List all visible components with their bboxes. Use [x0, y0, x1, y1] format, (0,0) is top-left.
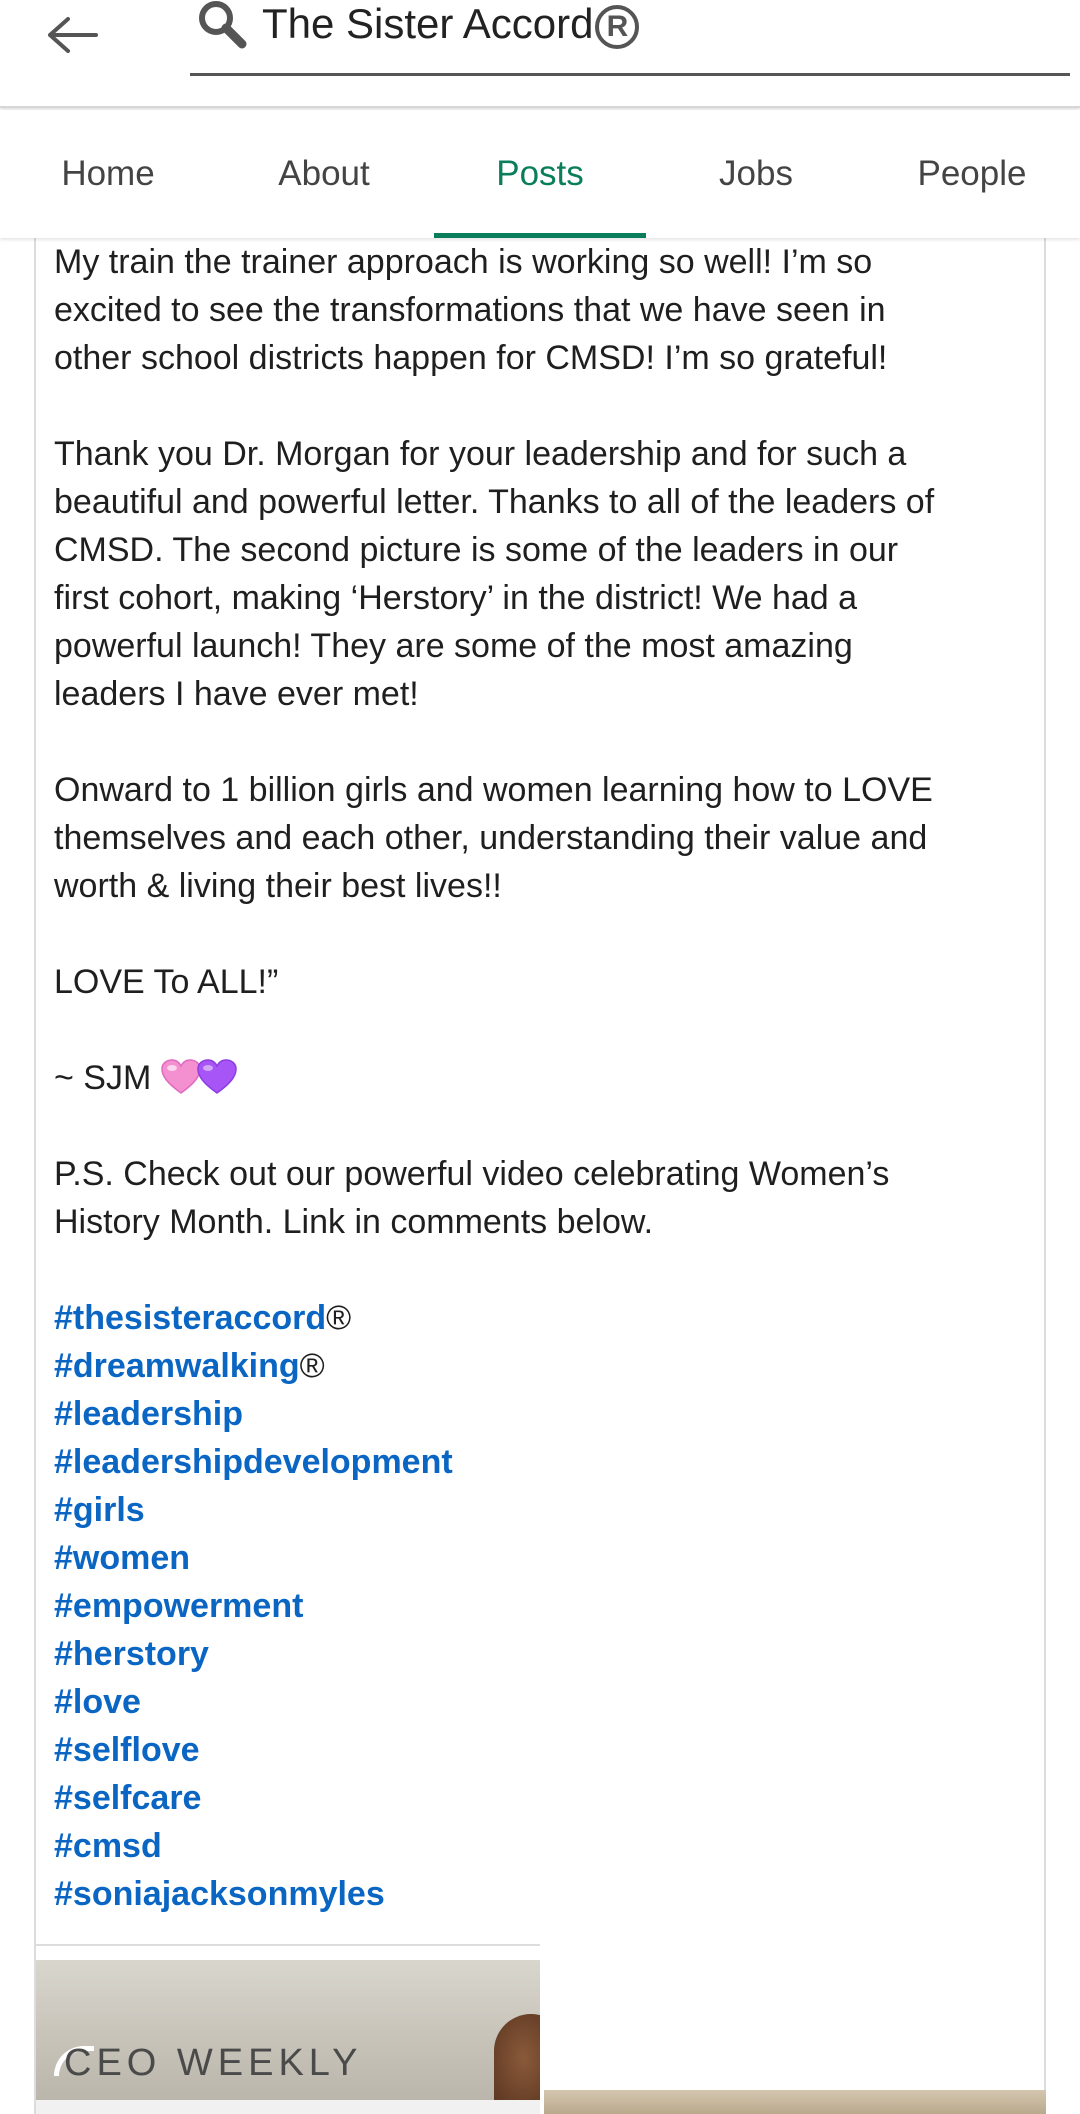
back-button[interactable]	[30, 0, 114, 70]
search-value: The Sister Accord	[262, 0, 594, 47]
post-line: P.S. Check out our powerful video celebr…	[54, 1155, 890, 1193]
hashtag-item: #girls	[54, 1486, 1044, 1534]
hashtag-link[interactable]: #love	[54, 1683, 141, 1721]
hashtag-link[interactable]: #leadership	[54, 1395, 243, 1433]
post-line: excited to see the transformations that …	[54, 291, 886, 329]
hashtag-item: #herstory	[54, 1630, 1044, 1678]
hashtag-link[interactable]: #herstory	[54, 1635, 209, 1673]
search-icon	[199, 1, 247, 49]
post-line: My train the trainer approach is working…	[54, 243, 873, 281]
hashtag-link[interactable]: #thesisteraccord	[54, 1299, 326, 1337]
person-photo	[494, 2014, 540, 2114]
post-line: beautiful and powerful letter. Thanks to…	[54, 483, 935, 521]
company-page-tabs: Home About Posts Jobs People	[0, 110, 1080, 238]
post-line: powerful launch! They are some of the mo…	[54, 627, 853, 665]
tab-about[interactable]: About	[216, 110, 432, 238]
search-input[interactable]: The Sister Accord R	[262, 0, 640, 50]
registered-mark: ®	[326, 1299, 352, 1337]
hashtag-link[interactable]: #dreamwalking	[54, 1347, 300, 1385]
post-line: leaders I have ever met!	[54, 675, 419, 713]
purple-heart-icon	[197, 1059, 237, 1095]
hashtag-item: #women	[54, 1534, 1044, 1582]
tab-posts[interactable]: Posts	[432, 110, 648, 238]
registered-mark: ®	[299, 1347, 325, 1385]
search-field[interactable]: The Sister Accord R	[190, 0, 1070, 76]
second-image-thumbnail[interactable]	[544, 2090, 1046, 2114]
post-line: themselves and each other, understanding…	[54, 819, 928, 857]
hashtag-link[interactable]: #leadershipdevelopment	[54, 1443, 453, 1481]
hashtag-item: #soniajacksonmyles	[54, 1870, 1044, 1918]
hashtag-list: #thesisteraccord® #dreamwalking® #leadersh…	[54, 1294, 1044, 1918]
top-app-bar: The Sister Accord R	[0, 0, 1080, 108]
hashtag-link[interactable]: #cmsd	[54, 1827, 162, 1865]
hashtag-link[interactable]: #selfcare	[54, 1779, 201, 1817]
post-paragraph: Thank you Dr. Morgan for your leadership…	[54, 430, 1044, 718]
ceo-weekly-logo: CEO WEEKLY	[64, 2042, 363, 2084]
hashtag-item: #love	[54, 1678, 1044, 1726]
post-line: Thank you Dr. Morgan for your leadership…	[54, 435, 907, 473]
hashtag-link[interactable]: #girls	[54, 1491, 145, 1529]
hashtag-item: #empowerment	[54, 1582, 1044, 1630]
thumbnail-bottom-strip	[36, 2100, 540, 2114]
hashtag-link[interactable]: #empowerment	[54, 1587, 303, 1625]
hashtag-item: #leadershipdevelopment	[54, 1438, 1044, 1486]
signature: ~ SJM	[54, 1059, 152, 1097]
hashtag-item: #cmsd	[54, 1822, 1044, 1870]
post-signature-line: ~ SJM	[54, 1054, 1044, 1102]
hashtag-link[interactable]: #soniajacksonmyles	[54, 1875, 385, 1913]
post-paragraph: Onward to 1 billion girls and women lear…	[54, 766, 1044, 910]
hashtag-link[interactable]: #selflove	[54, 1731, 200, 1769]
hashtag-item: #selfcare	[54, 1774, 1044, 1822]
post-line: Onward to 1 billion girls and women lear…	[54, 771, 933, 809]
post-paragraph: My train the trainer approach is working…	[54, 238, 1044, 382]
tab-home[interactable]: Home	[0, 110, 216, 238]
hashtag-item: #dreamwalking®	[54, 1342, 1044, 1390]
post-ps: P.S. Check out our powerful video celebr…	[54, 1150, 1044, 1246]
tab-jobs[interactable]: Jobs	[648, 110, 864, 238]
video-thumbnail[interactable]: CEO WEEKLY	[36, 1960, 540, 2114]
post-card: My train the trainer approach is working…	[34, 238, 1046, 2114]
tab-people[interactable]: People	[864, 110, 1080, 238]
post-line: other school districts happen for CMSD! …	[54, 339, 888, 377]
hashtag-item: #leadership	[54, 1390, 1044, 1438]
post-line: first cohort, making ‘Herstory’ in the d…	[54, 579, 858, 617]
post-line: LOVE To ALL!”	[54, 963, 279, 1001]
registered-mark: R	[595, 5, 640, 49]
post-line: History Month. Link in comments below.	[54, 1203, 654, 1241]
post-line: worth & living their best lives!!	[54, 867, 502, 905]
pink-heart-icon	[161, 1059, 201, 1095]
post-paragraph: LOVE To ALL!”	[54, 958, 1044, 1006]
arrow-left-icon	[48, 17, 98, 53]
hashtag-item: #thesisteraccord®	[54, 1294, 1044, 1342]
hashtag-link[interactable]: #women	[54, 1539, 190, 1577]
divider	[36, 1944, 540, 1946]
post-text: My train the trainer approach is working…	[54, 238, 1044, 1918]
post-line: CMSD. The second picture is some of the …	[54, 531, 899, 569]
hashtag-item: #selflove	[54, 1726, 1044, 1774]
